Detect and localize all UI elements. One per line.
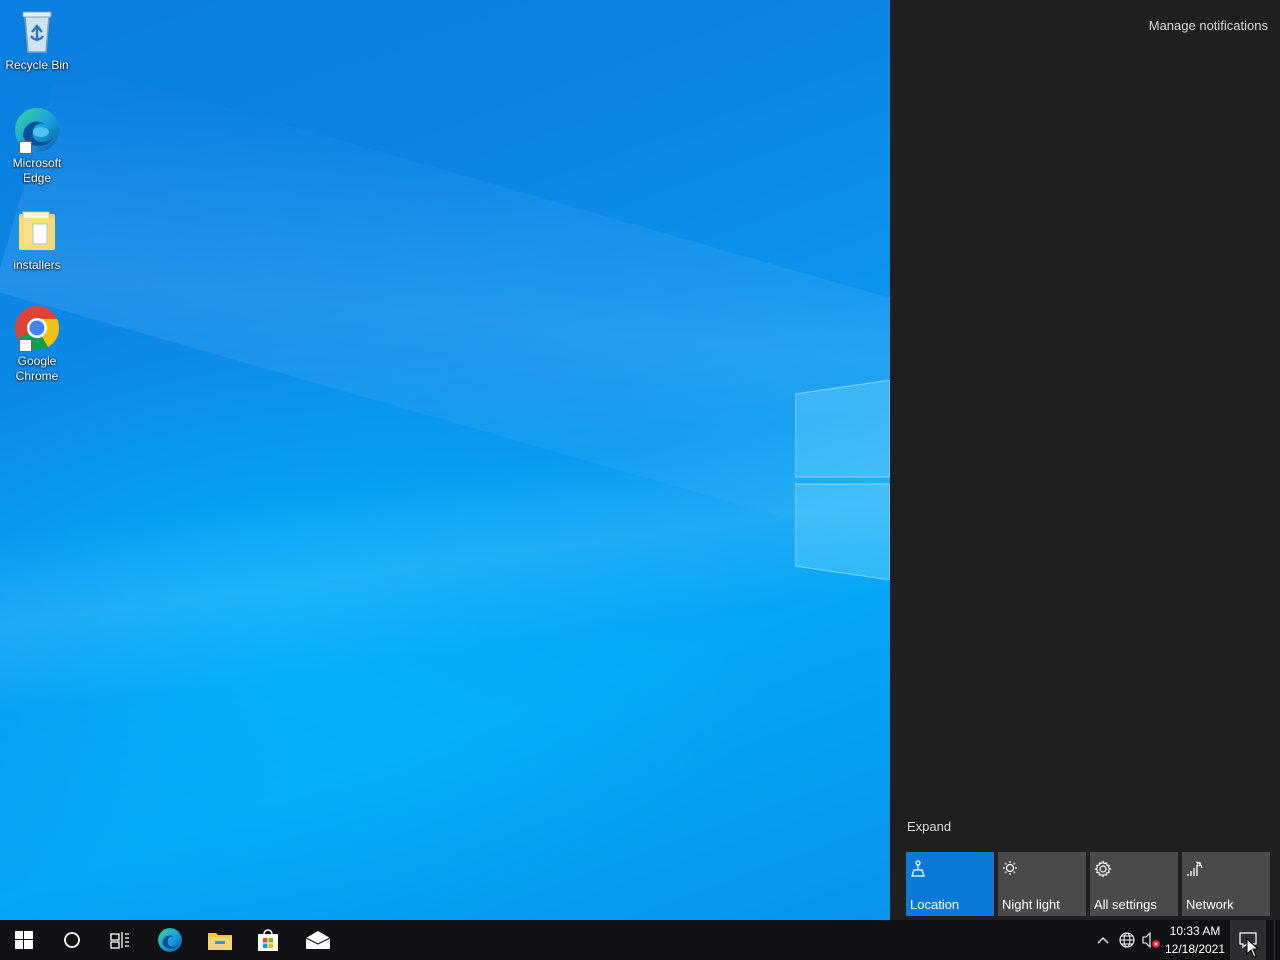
edge-icon bbox=[13, 106, 61, 154]
quick-action-label: All settings bbox=[1094, 897, 1157, 912]
desktop-icon-google-chrome[interactable]: Google Chrome bbox=[4, 304, 70, 384]
start-icon bbox=[15, 931, 33, 949]
clock-time: 10:33 AM bbox=[1169, 924, 1221, 938]
folder-icon bbox=[13, 208, 61, 256]
taskbar-mail-button[interactable] bbox=[294, 920, 342, 960]
shortcut-arrow-icon bbox=[19, 339, 32, 352]
taskbar-store-button[interactable] bbox=[244, 920, 292, 960]
taskbar: 10:33 AM 12/18/2021 bbox=[0, 920, 1280, 960]
quick-action-location[interactable]: Location bbox=[906, 852, 994, 916]
store-icon bbox=[258, 929, 278, 951]
desktop-icon-recycle-bin[interactable]: Recycle Bin bbox=[4, 8, 70, 73]
task-view-button[interactable] bbox=[96, 920, 144, 960]
quick-action-label: Network bbox=[1186, 897, 1234, 912]
shortcut-arrow-icon bbox=[19, 141, 32, 154]
task-view-icon bbox=[110, 932, 129, 949]
chevron-up-icon bbox=[1097, 937, 1109, 944]
expand-link[interactable]: Expand bbox=[907, 819, 951, 834]
quick-action-all-settings[interactable]: All settings bbox=[1090, 852, 1178, 916]
gear-icon bbox=[1094, 860, 1112, 878]
desktop-icon-label: Microsoft Edge bbox=[12, 156, 62, 185]
desktop-icon-label: Recycle Bin bbox=[5, 58, 69, 72]
clock-date: 12/18/2021 bbox=[1164, 942, 1226, 956]
taskbar-file-explorer-button[interactable] bbox=[196, 920, 244, 960]
network-icon bbox=[1186, 860, 1204, 878]
windows-logo-wallpaper bbox=[795, 380, 891, 580]
search-button[interactable] bbox=[48, 920, 96, 960]
quick-action-night-light[interactable]: Night light bbox=[998, 852, 1086, 916]
mouse-cursor-icon bbox=[1246, 938, 1260, 958]
desktop-icon-microsoft-edge[interactable]: Microsoft Edge bbox=[4, 106, 70, 186]
show-hidden-icons-button[interactable] bbox=[1094, 920, 1112, 960]
search-icon bbox=[64, 932, 80, 948]
recycle-bin-icon bbox=[13, 8, 61, 56]
desktop-icon-label: Google Chrome bbox=[15, 354, 59, 383]
manage-notifications-link[interactable]: Manage notifications bbox=[1149, 18, 1268, 33]
quick-action-label: Night light bbox=[1002, 897, 1060, 912]
volume-muted-icon bbox=[1142, 931, 1160, 949]
location-icon bbox=[910, 860, 928, 878]
show-desktop-button[interactable] bbox=[1274, 920, 1280, 960]
quick-action-label: Location bbox=[910, 897, 960, 912]
quick-actions: Location Night light All settings Networ… bbox=[906, 852, 1270, 916]
mail-icon bbox=[305, 931, 331, 949]
file-explorer-icon bbox=[208, 933, 232, 950]
desktop-icon-label: installers bbox=[13, 258, 61, 272]
taskbar-clock[interactable]: 10:33 AM 12/18/2021 bbox=[1162, 922, 1228, 958]
edge-icon bbox=[158, 928, 182, 952]
start-button[interactable] bbox=[0, 920, 48, 960]
desktop-icon-installers[interactable]: installers bbox=[4, 208, 70, 273]
chrome-icon bbox=[13, 304, 61, 352]
volume-tray-button[interactable] bbox=[1140, 920, 1162, 960]
taskbar-edge-button[interactable] bbox=[146, 920, 194, 960]
network-tray-button[interactable] bbox=[1116, 920, 1138, 960]
network-globe-icon bbox=[1119, 932, 1135, 948]
night-light-icon bbox=[1002, 860, 1020, 878]
action-center-panel: Manage notifications Expand Location Nig… bbox=[890, 0, 1280, 920]
quick-action-network[interactable]: Network bbox=[1182, 852, 1270, 916]
